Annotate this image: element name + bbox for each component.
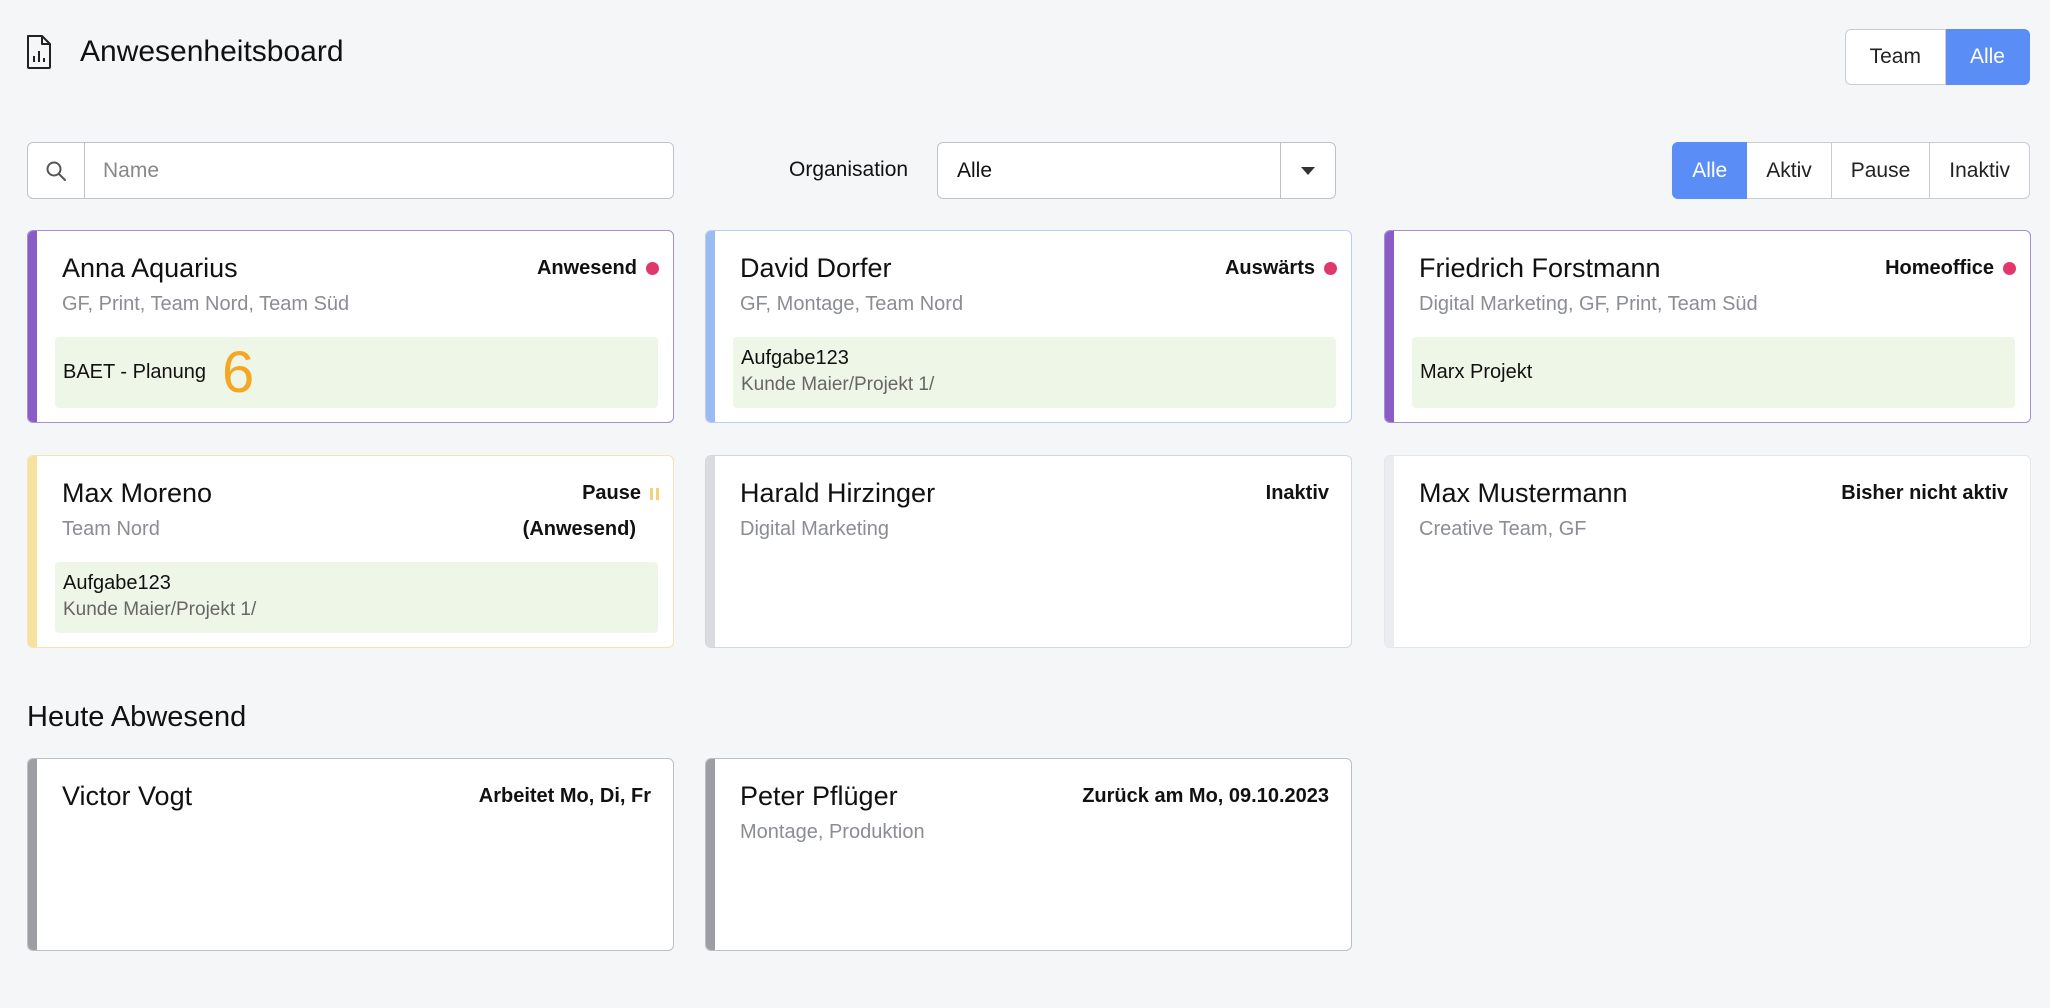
- status-badge: Anwesend: [537, 257, 659, 280]
- employee-name: Harald Hirzinger: [740, 478, 936, 508]
- page-title: Anwesenheitsboard: [80, 35, 344, 68]
- view-team-button[interactable]: Team: [1844, 29, 1946, 85]
- filter-all-button[interactable]: Alle: [1672, 142, 1748, 199]
- status-color-bar: [1385, 231, 1394, 422]
- employee-name: Victor Vogt: [62, 781, 193, 811]
- employee-card[interactable]: David Dorfer GF, Montage, Team Nord Ausw…: [705, 230, 1352, 423]
- status-color-bar: [28, 231, 37, 422]
- organisation-value: Alle: [957, 158, 993, 182]
- employee-name: Max Mustermann: [1419, 478, 1628, 508]
- absence-label: Zurück am Mo, 09.10.2023: [1082, 785, 1329, 807]
- employee-card[interactable]: Harald Hirzinger Digital Marketing Inakt…: [705, 455, 1352, 648]
- status-filter: Alle Aktiv Pause Inaktiv: [1672, 142, 2030, 199]
- absent-employee-card[interactable]: Victor Vogt Arbeitet Mo, Di, Fr: [27, 758, 674, 951]
- status-label: Bisher nicht aktiv: [1841, 482, 2008, 504]
- employee-teams: Digital Marketing: [740, 518, 889, 540]
- absence-info: Arbeitet Mo, Di, Fr: [479, 785, 651, 808]
- status-color-bar: [28, 456, 37, 647]
- page: Anwesenheitsboard Team Alle Organisation…: [0, 0, 2050, 1008]
- absence-label: Arbeitet Mo, Di, Fr: [478, 785, 651, 807]
- view-toggle: Team Alle: [1844, 29, 2030, 85]
- absent-section-title: Heute Abwesend: [27, 701, 247, 733]
- status-dot-icon: [2003, 262, 2016, 275]
- employee-card[interactable]: Anna Aquarius GF, Print, Team Nord, Team…: [27, 230, 674, 423]
- caret-down-icon[interactable]: [1280, 143, 1335, 198]
- employee-teams: Digital Marketing, GF, Print, Team Süd: [1419, 293, 1758, 315]
- status-color-bar: [1385, 456, 1394, 647]
- absent-employee-card[interactable]: Peter Pflüger Montage, Produktion Zurück…: [705, 758, 1352, 951]
- document-chart-icon: [27, 35, 51, 69]
- employee-teams: GF, Montage, Team Nord: [740, 293, 964, 315]
- employee-teams: GF, Print, Team Nord, Team Süd: [62, 293, 350, 315]
- status-color-bar: [706, 456, 715, 647]
- employee-name: Peter Pflüger: [740, 781, 898, 811]
- status-dot-icon: [1324, 262, 1337, 275]
- status-badge: Bisher nicht aktiv: [1841, 482, 2008, 505]
- status-badge: Pause: [582, 482, 659, 505]
- current-task: Aufgabe123 Kunde Maier/Projekt 1/: [55, 562, 658, 633]
- status-label: Auswärts: [1224, 257, 1315, 279]
- employee-teams: Team Nord: [62, 518, 160, 540]
- employee-card[interactable]: Max Moreno Team Nord Pause (Anwesend) Au…: [27, 455, 674, 648]
- status-badge: Homeoffice: [1885, 257, 2016, 280]
- filter-active-button[interactable]: Aktiv: [1747, 142, 1832, 199]
- pause-icon: [650, 487, 659, 500]
- filter-pause-button[interactable]: Pause: [1831, 142, 1931, 199]
- current-task: BAET - Planung 6: [55, 337, 658, 408]
- organisation-select[interactable]: Alle: [937, 142, 1336, 199]
- search-icon: [28, 143, 85, 198]
- status-sublabel: (Anwesend): [522, 518, 636, 540]
- status-label: Pause: [582, 482, 641, 504]
- status-label: Homeoffice: [1885, 257, 1994, 279]
- status-color-bar: [706, 231, 715, 422]
- filter-inactive-button[interactable]: Inaktiv: [1930, 142, 2030, 199]
- employee-name: Max Moreno: [62, 478, 213, 508]
- status-label: Inaktiv: [1265, 482, 1329, 504]
- status-dot-icon: [646, 262, 659, 275]
- employee-name: Anna Aquarius: [62, 253, 238, 283]
- status-color-bar: [706, 759, 715, 950]
- organisation-label: Organisation: [789, 158, 909, 181]
- search-box: [27, 142, 674, 199]
- status-badge: Auswärts: [1225, 257, 1337, 280]
- search-input[interactable]: [85, 143, 673, 198]
- current-task: Aufgabe123 Kunde Maier/Projekt 1/: [733, 337, 1336, 408]
- task-title: Aufgabe123: [63, 572, 171, 594]
- task-title: Marx Projekt: [1420, 361, 1533, 383]
- task-subtitle: Kunde Maier/Projekt 1/: [741, 374, 935, 395]
- employee-teams: Montage, Produktion: [740, 821, 925, 843]
- employee-teams: Creative Team, GF: [1419, 518, 1587, 540]
- employee-card[interactable]: Friedrich Forstmann Digital Marketing, G…: [1384, 230, 2031, 423]
- status-badge: Inaktiv: [1266, 482, 1329, 505]
- current-task: Marx Projekt: [1412, 337, 2015, 408]
- status-label: Anwesend: [536, 257, 637, 279]
- header: Anwesenheitsboard: [26, 30, 344, 74]
- employee-name: Friedrich Forstmann: [1419, 253, 1661, 283]
- employee-card[interactable]: Max Mustermann Creative Team, GF Bisher …: [1384, 455, 2031, 648]
- task-subtitle: Kunde Maier/Projekt 1/: [63, 599, 257, 620]
- employee-name: David Dorfer: [740, 253, 892, 283]
- status-color-bar: [28, 759, 37, 950]
- task-title: BAET - Planung: [63, 361, 207, 383]
- absence-info: Zurück am Mo, 09.10.2023: [1082, 785, 1329, 808]
- task-title: Aufgabe123: [741, 347, 849, 369]
- view-all-button[interactable]: Alle: [1945, 29, 2030, 85]
- task-count-badge: 6: [222, 339, 255, 405]
